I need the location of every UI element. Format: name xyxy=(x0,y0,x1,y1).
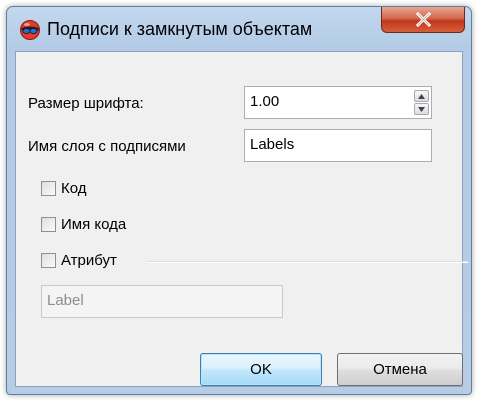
cancel-button[interactable]: Отмена xyxy=(337,353,463,386)
attribute-group-divider xyxy=(148,261,468,263)
title-bar[interactable]: Подписи к замкнутым объектам xyxy=(7,7,471,51)
spin-up-button[interactable] xyxy=(414,90,429,102)
code-name-label[interactable]: Имя кода xyxy=(61,216,126,233)
ball-with-glasses-icon xyxy=(20,20,40,40)
close-icon xyxy=(415,12,432,27)
dialog-content: Размер шрифта: 1.00 Имя слоя с подписями… xyxy=(15,51,468,387)
attribute-checkbox[interactable] xyxy=(41,253,56,268)
code-label[interactable]: Код xyxy=(61,180,87,197)
font-size-value: 1.00 xyxy=(250,93,280,110)
dialog-title: Подписи к замкнутым объектам xyxy=(47,19,313,39)
ok-button[interactable]: OK xyxy=(200,353,322,386)
code-name-checkbox[interactable] xyxy=(41,217,56,232)
attribute-field-value: Label xyxy=(47,292,84,309)
attribute-field-input[interactable]: Label xyxy=(41,285,283,318)
layer-name-input[interactable]: Labels xyxy=(244,129,432,162)
code-checkbox[interactable] xyxy=(41,181,56,196)
layer-name-label: Имя слоя с подписями xyxy=(28,138,186,155)
spin-down-icon xyxy=(418,107,425,112)
layer-name-value: Labels xyxy=(250,136,295,153)
attribute-label[interactable]: Атрибут xyxy=(61,252,117,269)
spin-down-button[interactable] xyxy=(414,103,429,115)
spin-up-icon xyxy=(418,94,425,99)
font-size-label: Размер шрифта: xyxy=(28,95,144,112)
close-button[interactable] xyxy=(381,7,465,33)
font-size-input[interactable]: 1.00 xyxy=(244,86,432,119)
dialog-window: Подписи к замкнутым объектам Размер шриф… xyxy=(6,6,472,395)
